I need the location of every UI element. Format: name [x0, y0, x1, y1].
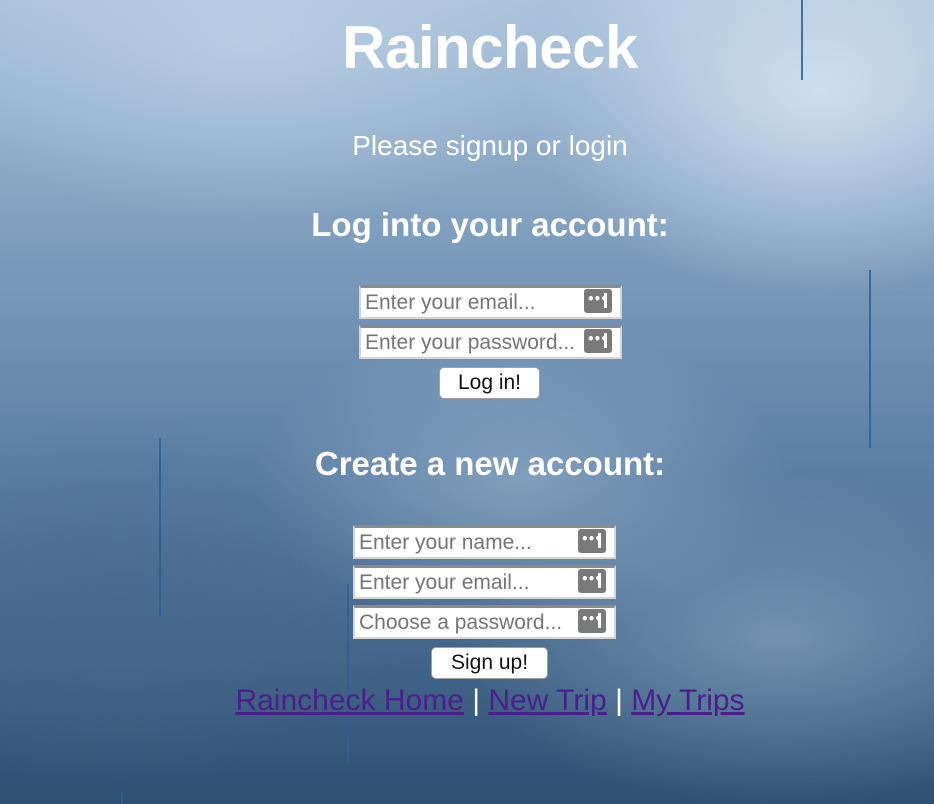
login-email-field[interactable]: ••• [359, 285, 622, 319]
signup-name-field[interactable]: ••• [353, 525, 616, 559]
nav-separator: | [615, 684, 623, 717]
nav-separator: | [472, 684, 481, 717]
login-password-field[interactable]: ••• [359, 325, 622, 359]
login-password-input[interactable] [361, 328, 620, 357]
signup-name-input[interactable] [355, 528, 614, 557]
page-subtitle: Please signup or login [352, 130, 628, 161]
login-button[interactable]: Log in! [439, 367, 540, 399]
nav-link-my-trips[interactable]: My Trips [631, 684, 744, 717]
signup-password-field[interactable]: ••• [353, 605, 616, 639]
password-manager-key-icon[interactable]: ••• [584, 329, 612, 353]
signup-email-field[interactable]: ••• [353, 565, 616, 599]
footer-nav: Raincheck Home | New Trip | My Trips [0, 682, 934, 720]
password-manager-key-icon[interactable]: ••• [578, 529, 606, 553]
rain-streak [121, 792, 123, 804]
nav-link-new-trip[interactable]: New Trip [488, 684, 606, 717]
signup-email-input[interactable] [355, 568, 614, 597]
signup-heading: Create a new account: [314, 445, 666, 482]
password-manager-key-icon[interactable]: ••• [578, 609, 606, 633]
page-title: Raincheck [342, 14, 638, 81]
password-manager-key-icon[interactable]: ••• [578, 569, 606, 593]
login-email-input[interactable] [361, 288, 620, 317]
password-manager-key-icon[interactable]: ••• [584, 289, 612, 313]
nav-link-raincheck-home[interactable]: Raincheck Home [235, 684, 463, 717]
rain-streak [869, 270, 871, 448]
login-heading: Log into your account: [311, 206, 669, 243]
rain-streak [347, 584, 349, 762]
signup-button[interactable]: Sign up! [431, 647, 548, 679]
signup-password-input[interactable] [355, 608, 614, 637]
